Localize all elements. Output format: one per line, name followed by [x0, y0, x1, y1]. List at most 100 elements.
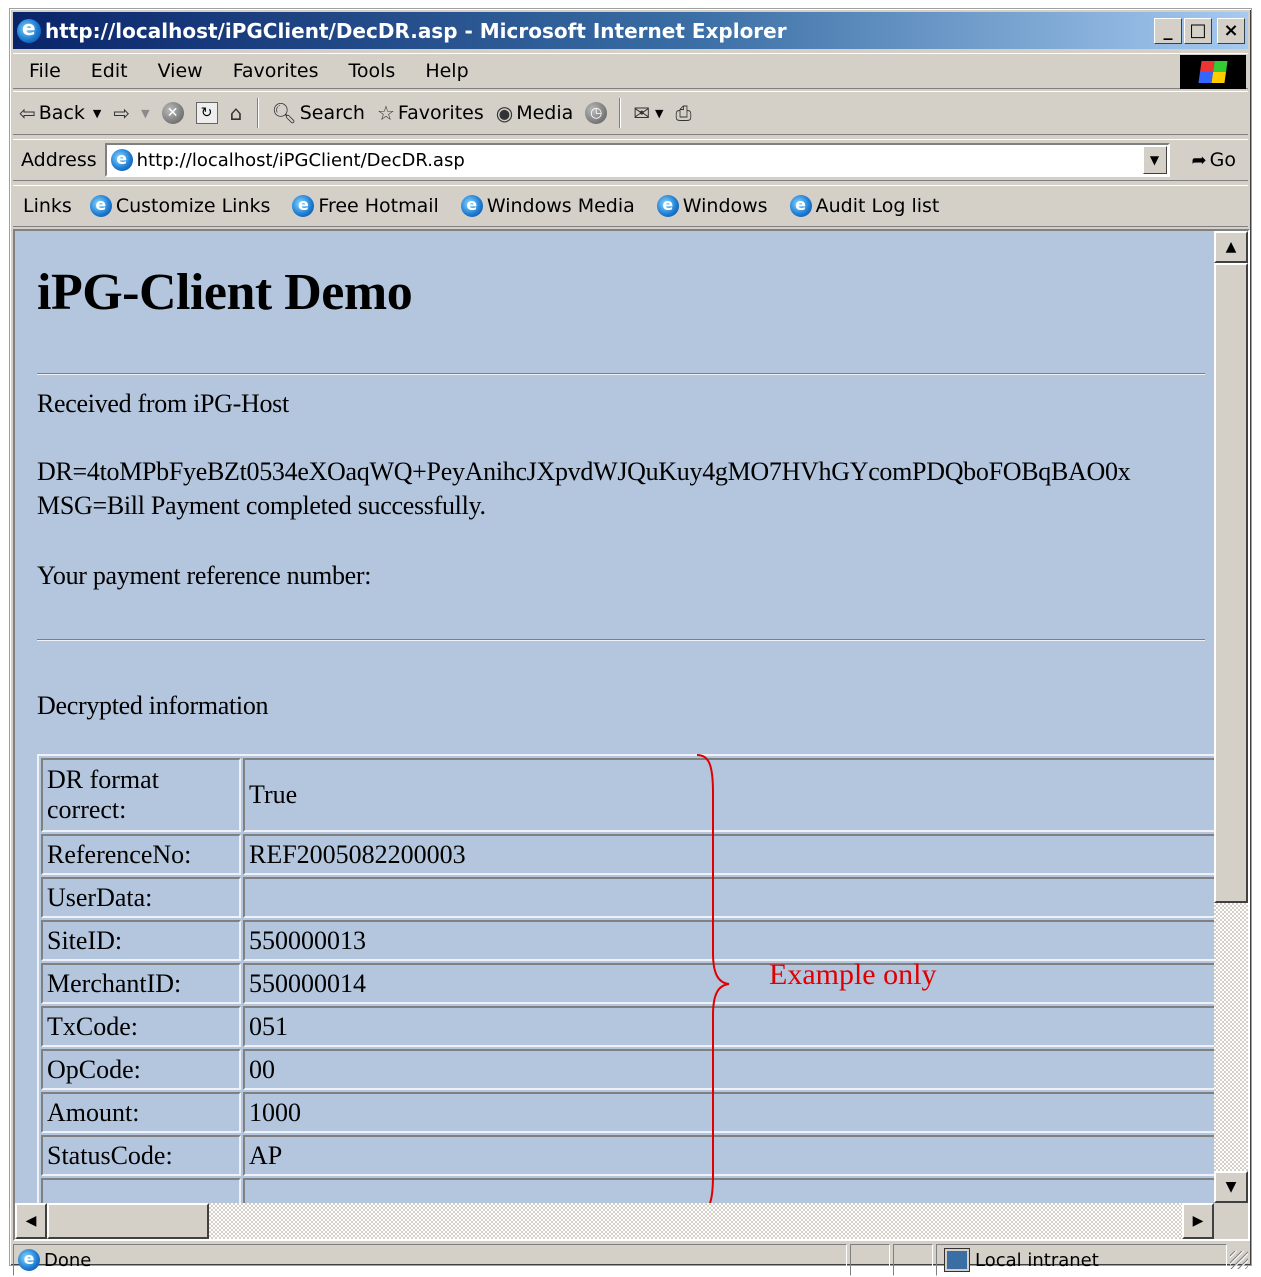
back-button[interactable]: ⇦ Back ▼ [13, 101, 107, 125]
arrow-right-icon: ▶ [1192, 1213, 1204, 1229]
forward-dropdown-icon[interactable]: ▼ [141, 107, 149, 120]
title-bar[interactable]: http://localhost/iPGClient/DecDR.asp - M… [13, 12, 1248, 49]
favorites-label: Favorites [397, 102, 484, 124]
page-ie-icon: e [110, 149, 133, 171]
vertical-scroll-thumb[interactable] [1214, 263, 1248, 903]
page-content: iPG-Client Demo Received from iPG-Host D… [15, 231, 1214, 1203]
link-label: Windows Media [486, 195, 635, 217]
menu-file[interactable]: File [13, 60, 75, 82]
ie-page-icon: e [656, 195, 679, 217]
windows-logo-icon [1180, 55, 1246, 89]
decrypted-info-table: DR format correct: True ReferenceNo: REF… [37, 754, 1214, 1203]
link-free-hotmail[interactable]: e Free Hotmail [284, 195, 452, 217]
link-audit-log-list[interactable]: e Audit Log list [782, 195, 954, 217]
home-icon: ⌂ [229, 101, 243, 125]
status-bar: e Done Local intranet [13, 1243, 1248, 1277]
media-button[interactable]: ◉ Media [490, 101, 580, 125]
refresh-button[interactable]: ↻ [190, 102, 224, 124]
links-label: Links [23, 195, 72, 217]
standard-toolbar: ⇦ Back ▼ ⇨ ▼ ✕ ↻ ⌂ 🔍︎ Search ☆ Favorites… [13, 91, 1248, 135]
decrypted-information-title: Decrypted information [37, 691, 269, 720]
link-label: Windows [682, 195, 768, 217]
minimize-button[interactable]: _ [1154, 17, 1182, 44]
scroll-down-button[interactable]: ▼ [1214, 1171, 1248, 1203]
menu-edit-label: Edit [90, 60, 128, 82]
table-row: OpCode: 00 [41, 1049, 1214, 1090]
menu-tools[interactable]: Tools [333, 60, 410, 82]
forward-arrow-icon: ⇨ [113, 101, 131, 125]
history-icon: ◷ [585, 102, 608, 124]
mail-button[interactable]: ✉ ▼ [627, 101, 669, 125]
done-page-icon: e [18, 1249, 40, 1271]
print-button[interactable]: ⎙ [670, 101, 701, 125]
dr-value: DR=4toMPbFyeBZt0534eXOaqWQ+PeyAnihcJXpvd… [37, 457, 1131, 486]
row-key: DR format correct: [41, 758, 241, 832]
arrow-left-icon: ◀ [25, 1213, 37, 1229]
forward-button[interactable]: ⇨ ▼ [107, 101, 155, 125]
scroll-left-button[interactable]: ◀ [15, 1203, 47, 1239]
home-button[interactable]: ⌂ [224, 101, 252, 125]
media-icon: ◉ [495, 101, 514, 125]
row-key: SiteID: [41, 920, 241, 961]
back-dropdown-icon[interactable]: ▼ [93, 107, 101, 120]
close-button[interactable]: × [1217, 17, 1245, 44]
stop-button[interactable]: ✕ [156, 102, 190, 124]
stop-icon: ✕ [161, 102, 184, 124]
address-dropdown-button[interactable]: ▼ [1142, 146, 1167, 174]
toolbar-separator [619, 98, 622, 128]
vertical-scrollbar[interactable]: ▲ ▼ [1214, 231, 1248, 1203]
menu-view[interactable]: View [142, 60, 217, 82]
row-key: TxCode: [41, 1006, 241, 1047]
search-button[interactable]: 🔍︎ Search [265, 101, 371, 125]
arrow-up-icon: ▲ [1225, 239, 1237, 255]
menu-favorites-label: Favorites [232, 60, 319, 82]
horizontal-scrollbar[interactable]: ◀ ▶ [15, 1203, 1214, 1239]
maximize-button[interactable]: □ [1184, 17, 1212, 44]
address-url[interactable]: http://localhost/iPGClient/DecDR.asp [137, 150, 1143, 171]
links-bar: Links e Customize Links e Free Hotmail e Wi… [13, 185, 1248, 227]
security-zone[interactable]: Local intranet [936, 1244, 1227, 1276]
annotation-brace-icon [696, 754, 730, 1203]
table-row: TxCode: 051 [41, 1006, 1214, 1047]
table-row: UserData: [41, 877, 1214, 918]
go-button[interactable]: ➦ Go [1170, 149, 1248, 171]
resize-grip-icon[interactable] [1230, 1251, 1248, 1269]
menu-help[interactable]: Help [409, 60, 482, 82]
print-icon: ⎙ [675, 101, 692, 125]
table-row: DR format correct: True [41, 758, 1214, 832]
row-key: StatusCode: [41, 1135, 241, 1176]
address-label: Address [21, 149, 97, 171]
scroll-up-button[interactable]: ▲ [1214, 231, 1248, 263]
scroll-right-button[interactable]: ▶ [1182, 1203, 1214, 1239]
link-windows-media[interactable]: e Windows Media [453, 195, 649, 217]
media-label: Media [516, 102, 574, 124]
favorites-icon: ☆ [376, 101, 395, 125]
row-key: Amount: [41, 1092, 241, 1133]
page-viewport: iPG-Client Demo Received from iPG-Host D… [13, 229, 1250, 1241]
mail-dropdown-icon[interactable]: ▼ [655, 107, 663, 120]
link-windows[interactable]: e Windows [649, 195, 782, 217]
address-input[interactable]: e http://localhost/iPGClient/DecDR.asp ▼ [104, 143, 1170, 177]
menu-view-label: View [157, 60, 203, 82]
menu-favorites[interactable]: Favorites [217, 60, 333, 82]
link-label: Audit Log list [815, 195, 940, 217]
history-button[interactable]: ◷ [579, 102, 613, 124]
ie-page-icon: e [292, 195, 315, 217]
menu-edit[interactable]: Edit [75, 60, 142, 82]
link-label: Customize Links [115, 195, 271, 217]
zone-label: Local intranet [975, 1249, 1099, 1271]
menu-tools-label: Tools [348, 60, 396, 82]
horizontal-rule [37, 639, 1205, 641]
back-label: Back [38, 102, 85, 124]
link-customize-links[interactable]: e Customize Links [82, 195, 285, 217]
mail-icon: ✉ [633, 101, 651, 125]
status-panel [850, 1244, 890, 1276]
table-row: MerchantID: 550000014 [41, 963, 1214, 1004]
favorites-button[interactable]: ☆ Favorites [371, 101, 490, 125]
received-label: Received from iPG-Host [37, 389, 289, 418]
horizontal-scroll-thumb[interactable] [47, 1203, 209, 1239]
ie-logo-icon[interactable] [17, 16, 41, 43]
local-intranet-icon [944, 1248, 970, 1272]
window-title: http://localhost/iPGClient/DecDR.asp - M… [45, 18, 787, 43]
ie-page-icon: e [89, 195, 112, 217]
